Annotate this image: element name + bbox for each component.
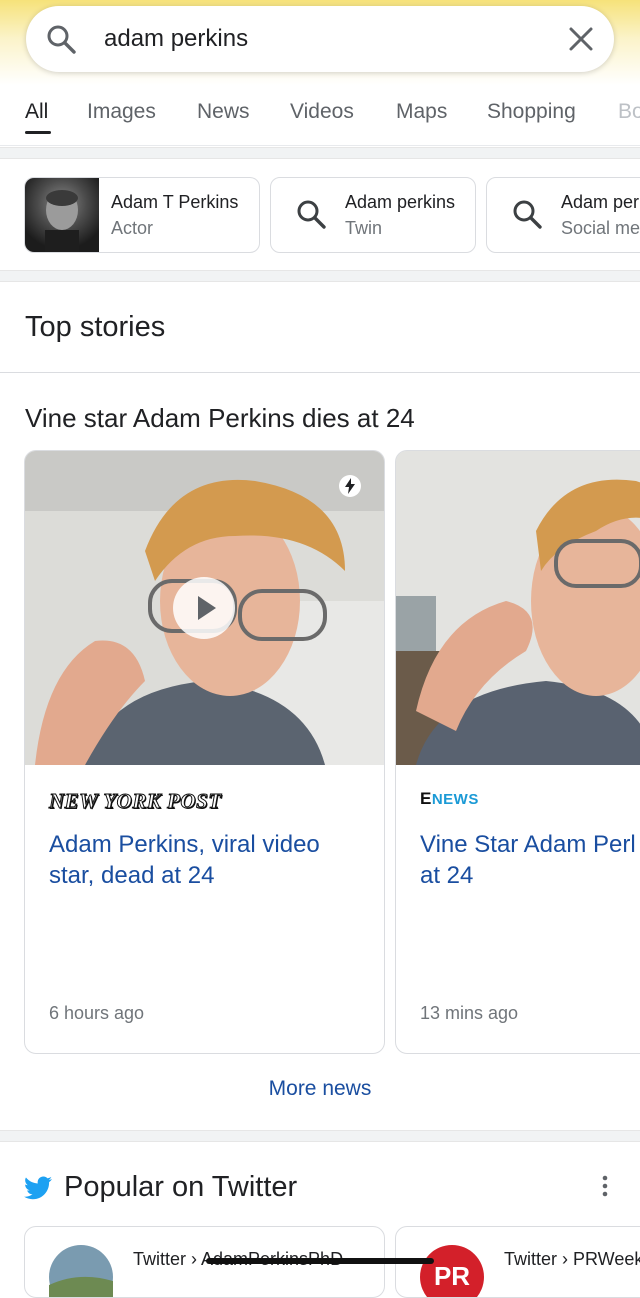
story-card[interactable]: ENEWS Vine Star Adam Perl Dead at 24 13 … bbox=[395, 450, 640, 1054]
tab-shopping[interactable]: Shopping bbox=[487, 100, 576, 124]
story-headline[interactable]: Adam Perkins, viral video star, dead at … bbox=[49, 829, 369, 891]
chip-title: Adam T Perkins bbox=[111, 192, 239, 212]
chip-subtitle: Social me bbox=[561, 218, 640, 238]
divider bbox=[0, 1130, 640, 1142]
active-tab-indicator bbox=[25, 131, 51, 134]
chip-subtitle: Actor bbox=[111, 218, 154, 238]
more-news-link[interactable]: More news bbox=[0, 1077, 640, 1101]
related-chip-adam-perkins-social[interactable]: Adam per Social me bbox=[486, 177, 640, 253]
divider bbox=[0, 270, 640, 282]
twitter-bird-icon bbox=[24, 1176, 52, 1200]
story-image bbox=[25, 451, 384, 765]
tab-images[interactable]: Images bbox=[87, 100, 156, 124]
home-indicator[interactable] bbox=[206, 1258, 434, 1264]
avatar bbox=[49, 1245, 113, 1297]
tab-maps[interactable]: Maps bbox=[396, 100, 447, 124]
tab-books[interactable]: Bo bbox=[618, 100, 640, 124]
chip-title: Adam per bbox=[561, 192, 640, 212]
story-image bbox=[396, 451, 640, 765]
chip-subtitle: Twin bbox=[345, 218, 383, 238]
actor-photo bbox=[25, 178, 99, 252]
more-options-icon[interactable] bbox=[596, 1174, 614, 1198]
amp-lightning-icon bbox=[339, 475, 361, 497]
tab-videos[interactable]: Videos bbox=[290, 100, 354, 124]
svg-text:PR: PR bbox=[434, 1261, 470, 1291]
story-card[interactable]: NEW YORK POST Adam Perkins, viral video … bbox=[24, 450, 385, 1054]
related-chip-adam-t-perkins[interactable]: Adam T Perkins Actor bbox=[24, 177, 260, 253]
search-icon bbox=[297, 200, 326, 229]
search-tabs: All Images News Videos Maps Shopping Bo bbox=[0, 85, 640, 146]
tab-news[interactable]: News bbox=[197, 100, 250, 124]
top-stories-heading: Top stories bbox=[25, 311, 166, 343]
divider bbox=[0, 372, 640, 373]
search-query[interactable]: adam perkins bbox=[104, 25, 248, 53]
story-timestamp: 13 mins ago bbox=[420, 1003, 519, 1023]
related-chip-adam-perkins-twin[interactable]: Adam perkins Twin bbox=[270, 177, 476, 253]
tab-all[interactable]: All bbox=[25, 100, 48, 124]
enews-news: NEWS bbox=[431, 791, 479, 808]
story-timestamp: 6 hours ago bbox=[49, 1003, 145, 1023]
search-icon[interactable] bbox=[46, 24, 76, 54]
divider bbox=[0, 147, 640, 159]
close-icon[interactable] bbox=[566, 24, 596, 54]
enews-e: E bbox=[420, 789, 432, 808]
popular-on-twitter-heading: Popular on Twitter bbox=[64, 1171, 298, 1203]
story-cluster-title[interactable]: Vine star Adam Perkins dies at 24 bbox=[25, 403, 415, 434]
source-logo-enews: ENEWS bbox=[420, 789, 479, 809]
search-icon bbox=[513, 200, 542, 229]
play-icon[interactable] bbox=[173, 577, 235, 639]
prweek-logo-icon: PR bbox=[420, 1245, 484, 1297]
source-logo-nypost: NEW YORK POST bbox=[49, 789, 222, 814]
story-headline[interactable]: Vine Star Adam Perl Dead at 24 bbox=[420, 829, 640, 891]
chip-title: Adam perkins bbox=[345, 192, 456, 212]
twitter-card-source: Twitter › PRWeek bbox=[504, 1249, 640, 1269]
search-box[interactable]: adam perkins bbox=[26, 6, 614, 72]
